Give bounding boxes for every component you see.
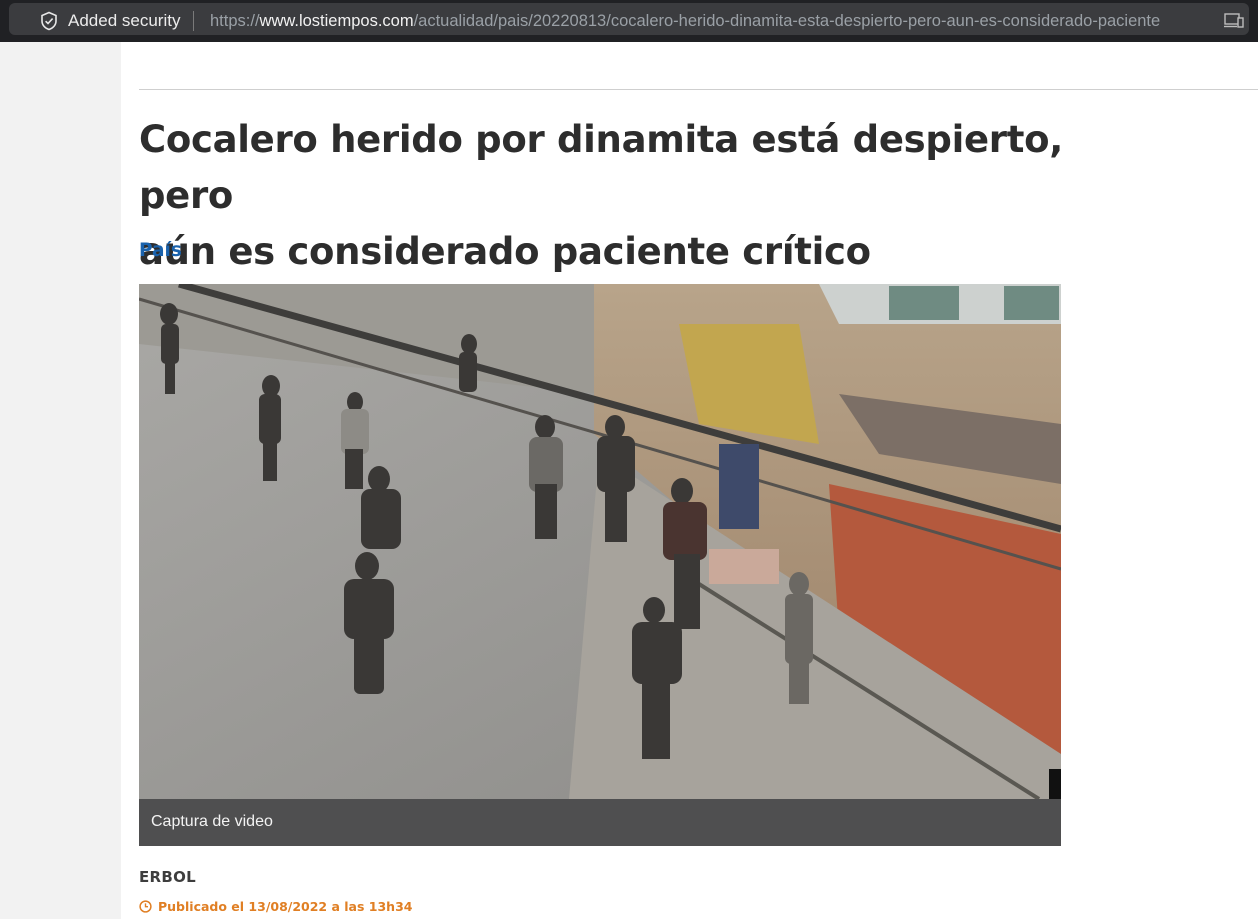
photo-caption-bar: Captura de video (139, 799, 1061, 846)
url-text[interactable]: https://www.lostiempos.com/actualidad/pa… (210, 11, 1160, 31)
photo-caption: Captura de video (151, 813, 273, 830)
url-host: www.lostiempos.com (259, 12, 414, 30)
article-author[interactable]: ERBOL (139, 868, 196, 886)
address-divider (193, 11, 194, 31)
url-scheme: https:// (210, 12, 260, 30)
clock-icon (139, 899, 152, 913)
address-bar[interactable]: Added security https://www.lostiempos.co… (9, 3, 1249, 35)
street-scene-image (139, 284, 1061, 799)
headline-line-2: aún es considerado paciente crítico (139, 230, 871, 273)
browser-toolbar: Added security https://www.lostiempos.co… (0, 0, 1258, 42)
shield-check-icon[interactable] (39, 11, 59, 31)
headline-line-1: Cocalero herido por dinamita está despie… (139, 118, 1063, 217)
article-photo[interactable] (139, 284, 1061, 799)
published-text: Publicado el 13/08/2022 a las 13h34 (158, 898, 413, 914)
security-label[interactable]: Added security (68, 11, 180, 31)
published-date: Publicado el 13/08/2022 a las 13h34 (139, 898, 412, 914)
top-divider (139, 89, 1258, 90)
section-link-pais[interactable]: País (139, 240, 182, 261)
url-path: /actualidad/pais/20220813/cocalero-herid… (413, 12, 1161, 30)
article-headline: Cocalero herido por dinamita está despie… (139, 112, 1099, 280)
pc-icon[interactable] (1223, 12, 1245, 30)
article-page: Cocalero herido por dinamita está despie… (0, 42, 1258, 919)
left-gutter (0, 42, 121, 919)
